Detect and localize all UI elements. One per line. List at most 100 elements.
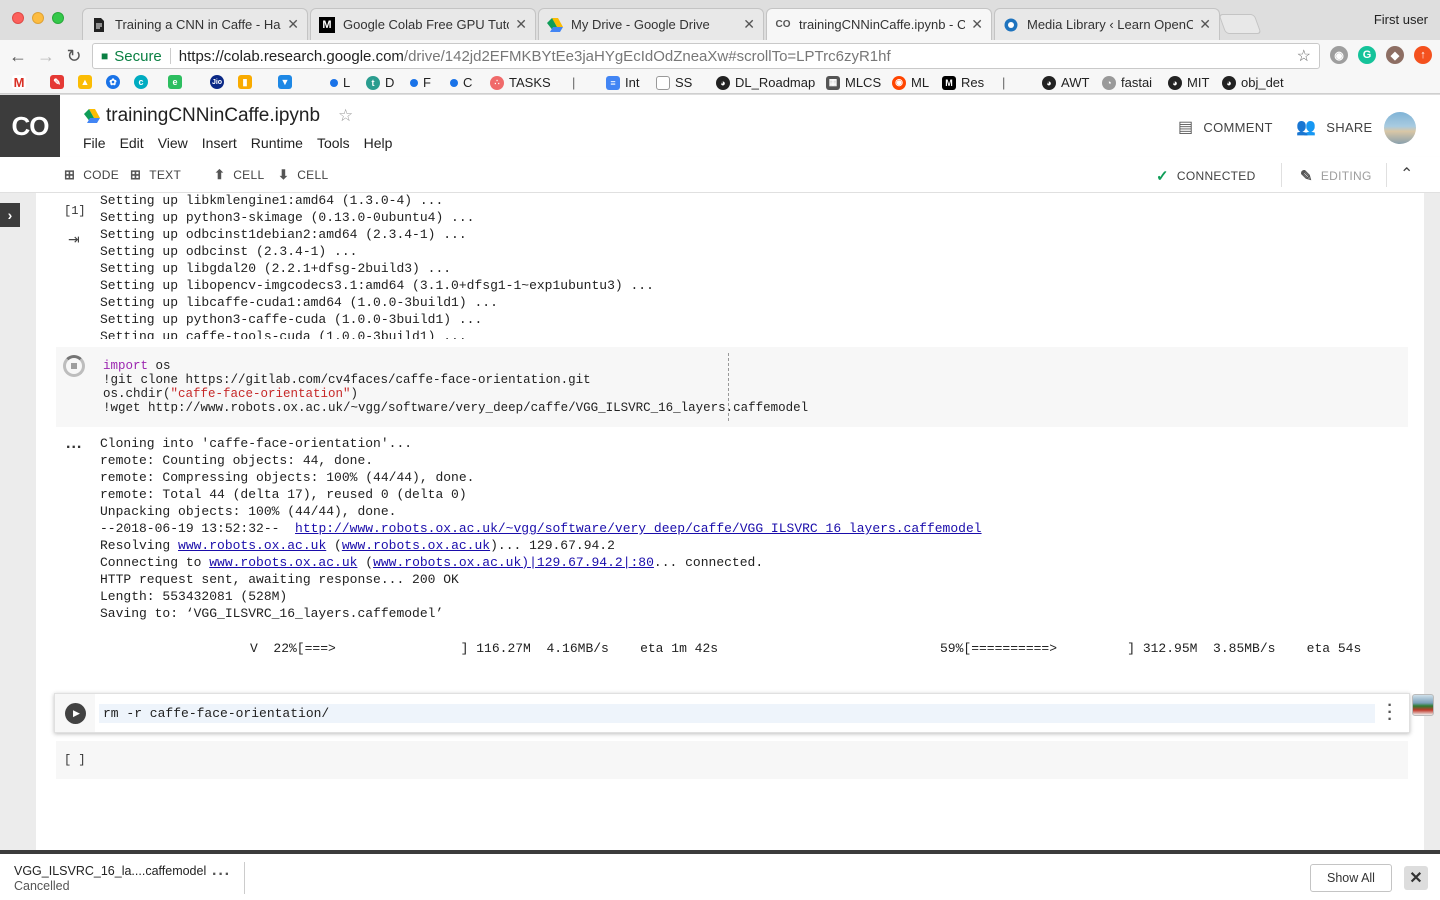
add-text-button[interactable]: ⊞ TEXT bbox=[130, 167, 181, 183]
extension-owl-icon[interactable]: ◆ bbox=[1386, 46, 1404, 64]
download-item[interactable]: VGG_ILSVRC_16_la....caffemodel Cancelled bbox=[14, 864, 206, 894]
output-link[interactable]: http://www.robots.ox.ac.uk/~vgg/software… bbox=[295, 521, 982, 536]
drive-icon bbox=[84, 109, 100, 123]
pocket-bookmark-icon[interactable]: ▼ bbox=[278, 75, 297, 89]
bookmark-link[interactable]: C bbox=[450, 75, 472, 90]
colab-icon: CO bbox=[775, 19, 791, 30]
add-code-button[interactable]: ⊞ CODE bbox=[64, 167, 119, 183]
address-bar[interactable]: ■ Secure https://colab.research.google.c… bbox=[92, 43, 1320, 69]
comment-button[interactable]: ▤ COMMENT bbox=[1178, 117, 1273, 137]
browser-tab[interactable]: M Google Colab Free GPU Tutoria ✕ bbox=[310, 8, 536, 40]
run-cell-button[interactable]: ▶ bbox=[65, 703, 86, 724]
output-link[interactable]: www.robots.ox.ac.uk)|129.67.94.2|:80 bbox=[373, 555, 654, 570]
more-vert-icon[interactable]: · · · bbox=[1385, 698, 1395, 728]
bookmark-link[interactable]: tD bbox=[366, 75, 394, 90]
output-clear-icon[interactable]: ⇥ bbox=[68, 231, 80, 248]
bookmark-link[interactable]: ◕ obj_det bbox=[1222, 75, 1284, 90]
grammarly-icon[interactable]: G bbox=[1358, 46, 1376, 64]
bookmark-icon[interactable]: ✎ bbox=[50, 75, 69, 89]
stop-icon bbox=[71, 363, 77, 369]
toggle-sidebar-button[interactable]: › bbox=[0, 203, 20, 227]
output-link[interactable]: www.robots.ox.ac.uk bbox=[209, 555, 357, 570]
browser-tab[interactable]: Training a CNN in Caffe - Hack ✕ bbox=[82, 8, 308, 40]
close-icon[interactable]: ✕ bbox=[1404, 866, 1428, 890]
close-tab-icon[interactable]: ✕ bbox=[971, 16, 983, 33]
notebook-title[interactable]: trainingCNNinCaffe.ipynb bbox=[106, 105, 320, 127]
download-bar: VGG_ILSVRC_16_la....caffemodel Cancelled… bbox=[0, 850, 1440, 900]
bookmark-icon[interactable]: ✿ bbox=[106, 75, 125, 89]
pencil-icon: ✎ bbox=[1300, 168, 1313, 185]
avatar[interactable] bbox=[1384, 112, 1416, 144]
close-tab-icon[interactable]: ✕ bbox=[515, 16, 527, 33]
new-tab-button[interactable] bbox=[1218, 14, 1262, 34]
collapse-header-button[interactable]: ⌃ bbox=[1400, 164, 1414, 184]
bookmark-link[interactable]: ◔ fastai bbox=[1102, 75, 1152, 90]
browser-tab[interactable]: Media Library ‹ Learn OpenCV ✕ bbox=[994, 8, 1220, 40]
show-all-button[interactable]: Show All bbox=[1310, 864, 1392, 892]
output-menu-icon[interactable]: ... bbox=[66, 435, 82, 453]
bookmark-link[interactable]: ◕ DL_Roadmap bbox=[716, 75, 815, 90]
cell-output: ... Cloning into 'caffe-face-orientation… bbox=[66, 435, 982, 621]
bookmark-link[interactable]: SS bbox=[656, 75, 692, 90]
extension-icon[interactable]: ◉ bbox=[1330, 46, 1348, 64]
bookmark-link[interactable]: L bbox=[330, 75, 350, 90]
share-button[interactable]: 👥 SHARE bbox=[1296, 117, 1373, 137]
code-editor[interactable]: rm -r caffe-face-orientation/ bbox=[99, 704, 1375, 723]
bookmark-link[interactable]: ∴ TASKS bbox=[490, 75, 551, 90]
star-icon[interactable]: ☆ bbox=[338, 106, 353, 126]
bookmark-link[interactable]: ≡ Int bbox=[606, 75, 639, 90]
close-tab-icon[interactable]: ✕ bbox=[1199, 16, 1211, 33]
bookmark-link[interactable]: ◕ AWT bbox=[1042, 75, 1089, 90]
move-cell-up-button[interactable]: ⬆ CELL bbox=[214, 167, 264, 183]
reload-icon[interactable]: ↻ bbox=[62, 44, 86, 68]
browser-tab[interactable]: My Drive - Google Drive ✕ bbox=[538, 8, 764, 40]
bookmark-star-icon[interactable]: ☆ bbox=[1297, 46, 1311, 66]
extension-upload-icon[interactable]: ↑ bbox=[1414, 46, 1432, 64]
line-length-ruler bbox=[728, 353, 729, 421]
output-link[interactable]: www.robots.ox.ac.uk bbox=[342, 538, 490, 553]
stop-execution-button[interactable] bbox=[63, 355, 85, 377]
bookmark-link[interactable]: ▦ MLCS bbox=[826, 75, 881, 90]
close-tab-icon[interactable]: ✕ bbox=[743, 16, 755, 33]
editing-mode[interactable]: ✎ EDITING bbox=[1300, 167, 1372, 185]
bookmark-link[interactable]: ◉ ML bbox=[892, 75, 929, 90]
code-cell-empty[interactable]: [ ] bbox=[56, 741, 1408, 779]
bookmark-icon[interactable]: c bbox=[134, 75, 153, 89]
code-cell-running[interactable]: import os !git clone https://gitlab.com/c… bbox=[56, 347, 1408, 427]
forward-arrow-icon[interactable]: → bbox=[34, 44, 58, 68]
bookmark-link[interactable]: M Res bbox=[942, 75, 984, 90]
bookmark-link[interactable]: F bbox=[410, 75, 431, 90]
connected-status[interactable]: ✓ CONNECTED bbox=[1156, 167, 1256, 185]
menu-help[interactable]: Help bbox=[364, 135, 393, 151]
output-link[interactable]: www.robots.ox.ac.uk bbox=[178, 538, 326, 553]
browser-tab-active[interactable]: CO trainingCNNinCaffe.ipynb - Co ✕ bbox=[766, 8, 992, 40]
bookmark-link[interactable]: ◕ MIT bbox=[1168, 75, 1209, 90]
thumbnail-image[interactable] bbox=[1412, 694, 1434, 716]
back-arrow-icon[interactable]: ← bbox=[6, 44, 30, 68]
menu-edit[interactable]: Edit bbox=[120, 135, 144, 151]
code-cell-focused[interactable]: ▶ rm -r caffe-face-orientation/ · · · bbox=[54, 693, 1410, 733]
close-tab-icon[interactable]: ✕ bbox=[287, 16, 299, 33]
minimize-window-button[interactable] bbox=[32, 12, 44, 24]
colab-logo[interactable]: CO bbox=[0, 95, 60, 157]
more-horiz-icon[interactable]: ··· bbox=[212, 866, 231, 884]
menu-file[interactable]: File bbox=[83, 135, 106, 151]
maximize-window-button[interactable] bbox=[52, 12, 64, 24]
menu-tools[interactable]: Tools bbox=[317, 135, 350, 151]
progress-output: V 22%[===> ] 116.27M 4.16MB/s eta 1m 42s bbox=[250, 641, 719, 656]
menu-insert[interactable]: Insert bbox=[202, 135, 237, 151]
close-window-button[interactable] bbox=[12, 12, 24, 24]
menu-bar: File Edit View Insert Runtime Tools Help bbox=[83, 135, 406, 151]
menu-runtime[interactable]: Runtime bbox=[251, 135, 303, 151]
chart-bookmark-icon[interactable]: ▮ bbox=[238, 75, 257, 89]
cell-output: [1] ⇥ Setting up libkmlengine1:amd64 (1.… bbox=[64, 193, 654, 339]
drive-bookmark-icon[interactable]: ▲ bbox=[78, 75, 97, 89]
menu-view[interactable]: View bbox=[158, 135, 188, 151]
evernote-bookmark-icon[interactable]: e bbox=[168, 75, 187, 89]
profile-name[interactable]: First user bbox=[1374, 12, 1428, 27]
jio-bookmark-icon[interactable]: Jio bbox=[210, 75, 229, 89]
gmail-bookmark-icon[interactable]: M bbox=[12, 75, 31, 90]
code-editor[interactable]: import os !git clone https://gitlab.com/c… bbox=[103, 359, 808, 415]
move-cell-down-button[interactable]: ⬇ CELL bbox=[278, 167, 328, 183]
execution-count: [1] bbox=[64, 204, 86, 218]
